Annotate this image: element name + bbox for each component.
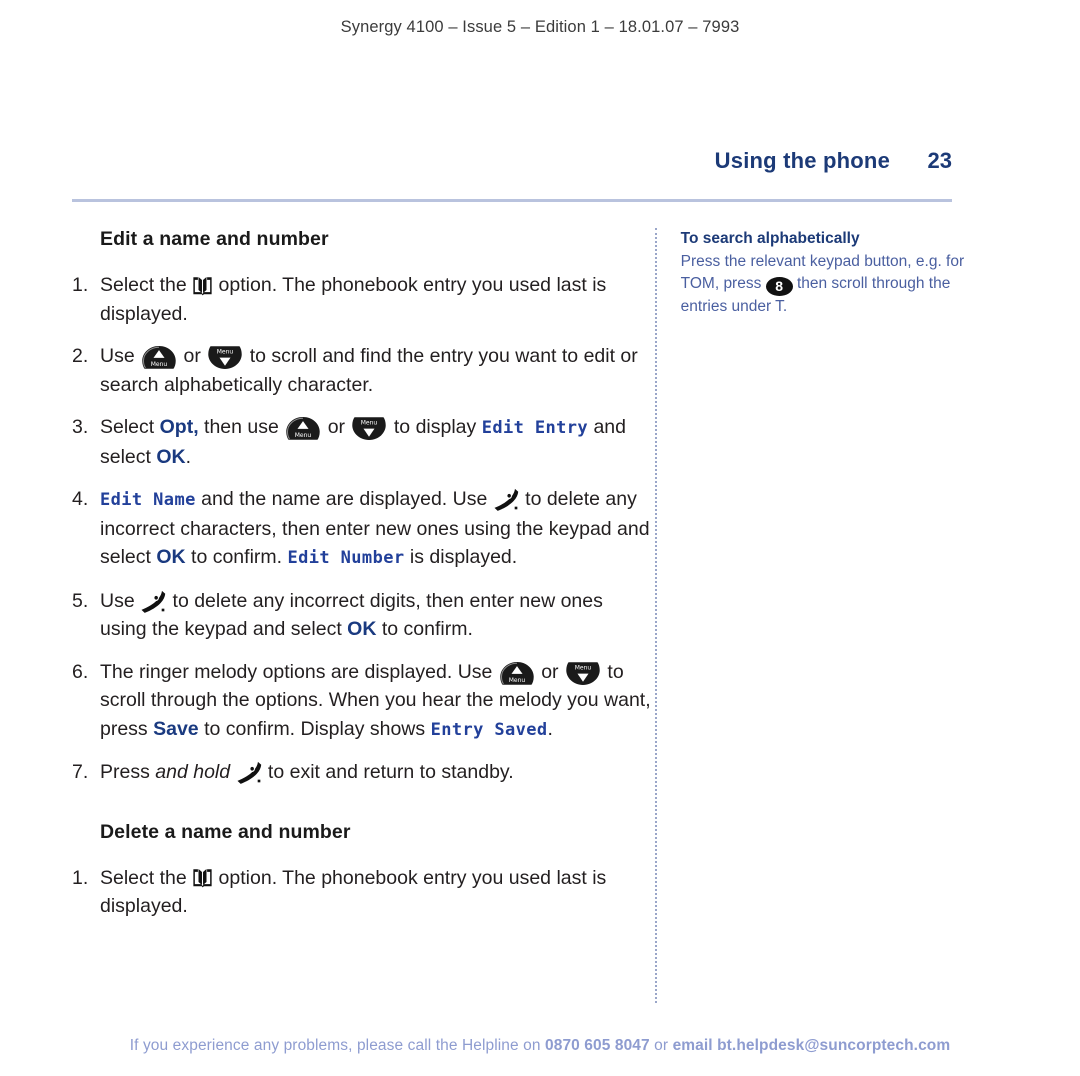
sidebar-heading: To search alphabetically: [680, 230, 860, 247]
text-run: or: [649, 1037, 673, 1054]
text-run: .: [547, 717, 553, 740]
page-title-row: Using the phone 23: [72, 148, 952, 174]
step-text: Select the option. The phonebook entry y…: [100, 274, 606, 325]
nav-down-menu-icon: Menu: [206, 345, 244, 370]
text-run: Press: [100, 761, 156, 783]
section-heading: Delete a name and number: [100, 820, 351, 843]
step-text: Select the option. The phonebook entry y…: [100, 867, 606, 918]
footer-rule: [72, 1022, 980, 1023]
procedure-step: 1. Select the option. The phonebook entry…: [72, 864, 655, 921]
sidebar-column: To search alphabetically Press the relev…: [659, 228, 980, 1003]
emphasis-label: email bt.helpdesk@suncorptech.com: [672, 1037, 951, 1054]
keypad-key-8-icon: 8: [765, 277, 793, 296]
step-number: 1.: [72, 274, 89, 296]
text-run: Select the: [100, 274, 193, 296]
page-title: Using the phone: [714, 148, 890, 173]
title-divider-rule: [72, 199, 952, 202]
step-text: Use Menu or Menu to scroll and find the …: [100, 345, 638, 396]
text-run: to confirm.: [185, 546, 288, 568]
text-run: Use: [100, 345, 141, 367]
lcd-display-text: Entry Saved: [430, 719, 548, 740]
procedure-step: 4. Edit Name and the name are displayed. …: [72, 485, 655, 573]
helpline-footer: If you experience any problems, please c…: [0, 1037, 1080, 1055]
emphasis-label: OK: [347, 618, 377, 640]
step-text: Use to delete any incorrect digits, then…: [100, 590, 603, 641]
nav-up-menu-icon: Menu: [284, 416, 322, 441]
text-run: to confirm. Display shows: [198, 717, 431, 740]
procedure-step: 5. Use to delete any incorrect digits, th…: [72, 587, 655, 644]
text-run: or: [322, 416, 351, 438]
running-header: Synergy 4100 – Issue 5 – Edition 1 – 18.…: [340, 18, 740, 36]
step-number: 2.: [72, 345, 89, 367]
step-number: 7.: [72, 761, 89, 783]
procedure-step: 2. Use Menu or Menu to scroll and find th…: [72, 342, 655, 399]
emphasis-label: 0870 605 8047: [545, 1037, 650, 1054]
phonebook-book-icon: [192, 868, 213, 888]
procedure-step: 6. The ringer melody options are displaye…: [72, 658, 655, 745]
text-run: is displayed.: [404, 546, 518, 568]
text-run: or: [178, 345, 207, 367]
procedure-step: 1. Select the option. The phonebook entry…: [72, 271, 655, 328]
text-run: Select the: [100, 866, 193, 889]
text-run: Select: [100, 416, 160, 438]
emphasis-label: Opt,: [159, 416, 199, 438]
step-text: The ringer melody options are displayed.…: [100, 661, 651, 740]
text-run: to exit and return to standby.: [262, 761, 514, 783]
section-heading: Edit a name and number: [100, 228, 329, 250]
nav-down-menu-icon: Menu: [564, 661, 602, 686]
text-run: .: [185, 445, 192, 468]
step-number: 5.: [72, 589, 89, 612]
text-run: If you experience any problems, please c…: [129, 1037, 546, 1054]
hangup-handset-icon: [493, 488, 520, 512]
procedure-step-list: 1. Select the option. The phonebook entry…: [72, 271, 655, 787]
svg-text:Menu: Menu: [151, 361, 168, 368]
emphasis-label: OK: [156, 546, 186, 568]
lcd-display-text: Edit Entry: [481, 418, 589, 438]
main-column: Edit a name and number 1. Select the optio…: [72, 228, 655, 1003]
step-text: Edit Name and the name are displayed. Us…: [100, 488, 650, 568]
emphasis-label: Save: [153, 717, 199, 740]
hangup-handset-icon: [236, 761, 263, 785]
text-run: Use: [100, 589, 141, 612]
svg-text:Menu: Menu: [575, 664, 592, 671]
sidebar-body-text: Press the relevant keypad button, e.g. f…: [681, 251, 980, 318]
body-columns: Edit a name and number 1. Select the optio…: [72, 228, 980, 1003]
page-number: 23: [927, 148, 952, 173]
step-number: 3.: [72, 416, 89, 438]
hangup-handset-icon: [140, 590, 167, 614]
text-run: to display: [388, 416, 482, 438]
svg-text:Menu: Menu: [217, 348, 234, 355]
lcd-display-text: Edit Number: [287, 548, 405, 568]
procedure-step: 7. Press and hold to exit and return to s…: [72, 758, 655, 787]
text-run: then use: [198, 416, 285, 438]
procedure-step: 3. Select Opt, then use Menu or Menu to d…: [72, 413, 655, 471]
phonebook-book-icon: [192, 276, 213, 296]
step-text: Press and hold to exit and return to sta…: [100, 761, 514, 785]
step-number: 1.: [72, 866, 89, 889]
lcd-display-text: Edit Name: [100, 490, 196, 510]
nav-up-menu-icon: Menu: [498, 661, 536, 686]
text-run: to confirm.: [376, 618, 473, 640]
emphasis-label: OK: [156, 445, 186, 468]
text-run: The ringer melody options are displayed.…: [100, 660, 498, 683]
emphasis-italic: and hold: [155, 761, 231, 783]
step-number: 6.: [72, 660, 89, 683]
text-run: and the name are displayed. Use: [195, 488, 493, 510]
svg-text:Menu: Menu: [509, 677, 526, 684]
step-number: 4.: [72, 488, 89, 510]
svg-text:Menu: Menu: [361, 419, 378, 426]
procedure-step-list: 1. Select the option. The phonebook entry…: [72, 864, 655, 921]
nav-up-menu-icon: Menu: [140, 345, 178, 370]
svg-text:Menu: Menu: [295, 432, 312, 439]
text-run: or: [535, 660, 564, 683]
nav-down-menu-icon: Menu: [350, 416, 388, 441]
step-text: Select Opt, then use Menu or Menu to dis…: [100, 416, 626, 468]
